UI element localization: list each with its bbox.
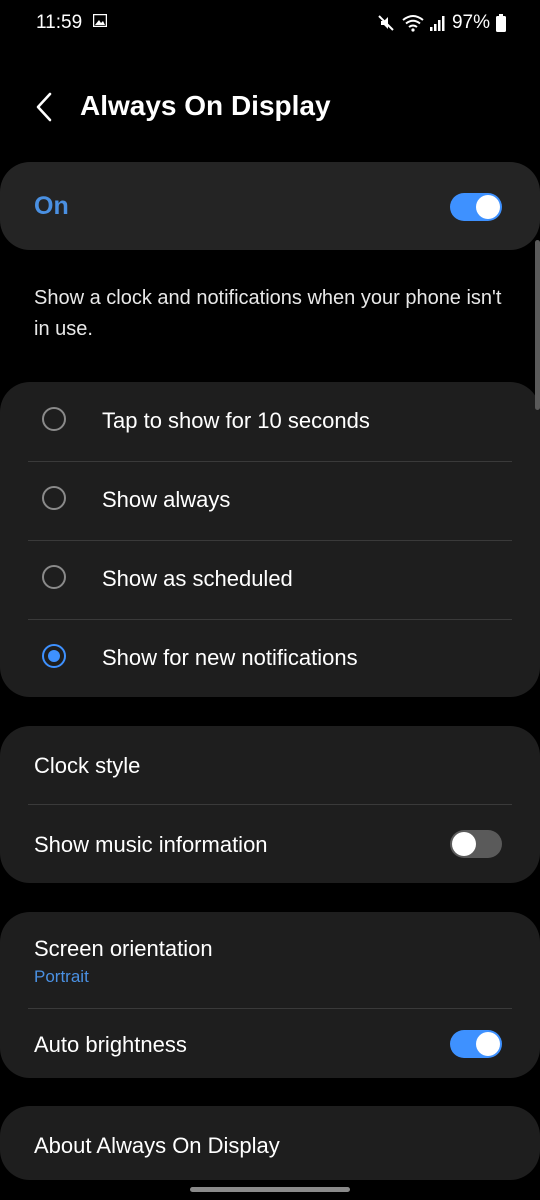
radio-button[interactable] xyxy=(42,486,66,510)
radio-label: Show always xyxy=(102,487,231,512)
about-card[interactable]: About Always On Display xyxy=(0,1106,540,1180)
radio-button-selected[interactable] xyxy=(42,644,66,668)
signal-icon xyxy=(429,16,445,31)
music-info-label[interactable]: Show music information xyxy=(34,832,268,858)
radio-option-show-as-scheduled[interactable]: Show as scheduled xyxy=(0,540,540,619)
auto-brightness-label[interactable]: Auto brightness xyxy=(34,1032,187,1058)
status-icons: 97% xyxy=(376,12,506,34)
clock-settings-card: Clock style Show music information xyxy=(0,726,540,883)
clock-style-item[interactable]: Clock style xyxy=(34,753,140,779)
master-switch-label: On xyxy=(34,192,69,220)
toggle-knob xyxy=(452,832,476,856)
battery-icon xyxy=(496,14,506,32)
master-switch-toggle[interactable] xyxy=(450,193,502,221)
feature-description: Show a clock and notifications when your… xyxy=(34,287,502,340)
app-bar: Always On Display xyxy=(0,76,540,136)
screen-orientation-label[interactable]: Screen orientation xyxy=(34,936,213,962)
radio-button[interactable] xyxy=(42,565,66,589)
scrollbar[interactable] xyxy=(535,240,540,410)
radio-label: Show for new notifications xyxy=(102,645,358,670)
radio-option-show-for-new-notifications[interactable]: Show for new notifications xyxy=(0,619,540,698)
screen-settings-card: Screen orientation Portrait Auto brightn… xyxy=(0,912,540,1078)
about-label: About Always On Display xyxy=(34,1133,280,1158)
master-switch-card[interactable]: On xyxy=(0,162,540,250)
radio-button[interactable] xyxy=(42,407,66,431)
radio-label: Tap to show for 10 seconds xyxy=(102,408,370,433)
display-mode-card: Tap to show for 10 seconds Show always S… xyxy=(0,382,540,697)
divider xyxy=(28,1008,512,1009)
toggle-knob xyxy=(476,1032,500,1056)
radio-option-show-always[interactable]: Show always xyxy=(0,461,540,540)
toggle-knob xyxy=(476,195,500,219)
divider xyxy=(28,804,512,805)
wifi-icon xyxy=(402,15,424,32)
radio-label: Show as scheduled xyxy=(102,566,293,591)
screen-orientation-value: Portrait xyxy=(34,967,89,986)
music-info-toggle[interactable] xyxy=(450,830,502,858)
mute-icon xyxy=(378,15,394,31)
status-time: 11:59 xyxy=(36,12,83,33)
battery-percentage: 97% xyxy=(451,12,490,33)
home-indicator[interactable] xyxy=(190,1187,350,1192)
auto-brightness-toggle[interactable] xyxy=(450,1030,502,1058)
status-bar: 11:59 97% xyxy=(0,0,540,46)
gallery-icon xyxy=(93,14,107,27)
page-title: Always On Display xyxy=(80,90,331,121)
radio-option-tap-to-show[interactable]: Tap to show for 10 seconds xyxy=(0,382,540,461)
back-icon[interactable] xyxy=(30,90,60,124)
